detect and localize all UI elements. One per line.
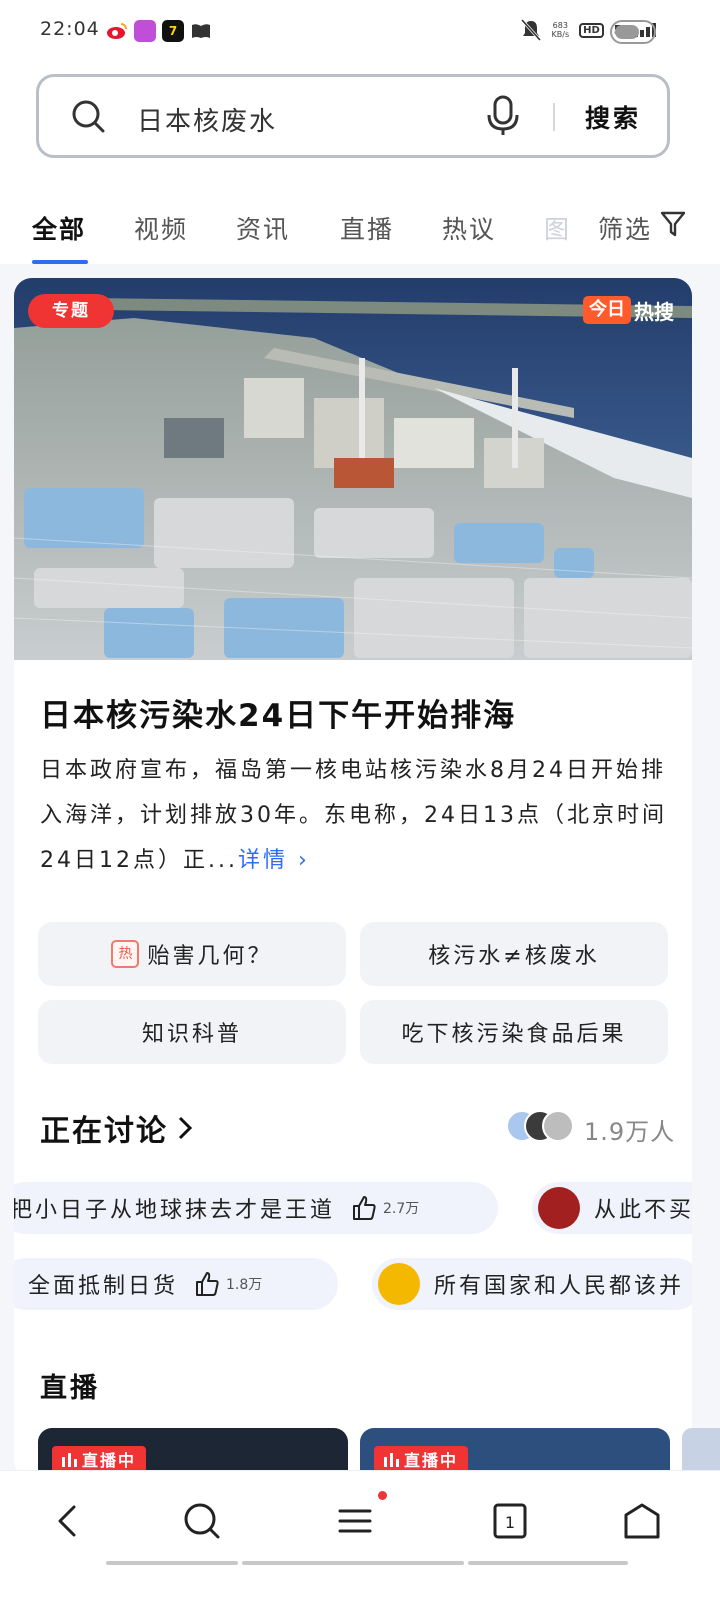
- live-bars-icon: [384, 1453, 399, 1467]
- hero-image[interactable]: 专题 今日 热搜: [14, 278, 692, 660]
- notification-dot: [378, 1491, 387, 1500]
- back-icon[interactable]: [48, 1499, 92, 1543]
- topic-badge: 专题: [28, 294, 114, 328]
- chip-knowledge[interactable]: 知识科普: [38, 1000, 346, 1064]
- comment-pill[interactable]: 所有国家和人民都该并: [372, 1258, 692, 1310]
- status-bar: 22:04 7 683 KB/s HD 5G: [0, 0, 720, 64]
- discussion-title[interactable]: 正在讨论: [40, 1106, 192, 1150]
- bottom-nav: 1: [0, 1470, 720, 1600]
- search-button[interactable]: 搜索: [585, 99, 641, 135]
- thumbs-up-icon: [353, 1196, 376, 1220]
- gesture-bar: [468, 1561, 628, 1565]
- search-input[interactable]: 日本核废水: [137, 101, 277, 138]
- live-card-peek[interactable]: [682, 1428, 720, 1470]
- live-section-title: 直播: [40, 1373, 100, 1404]
- search-divider: [553, 103, 555, 131]
- chevron-right-icon: [178, 1116, 192, 1140]
- today-hot-logo: 今日 热搜: [583, 296, 674, 324]
- comment-pill[interactable]: 从此不买: [532, 1182, 692, 1234]
- hot-tag-icon: 热: [111, 940, 140, 968]
- tabs-count-icon[interactable]: 1: [488, 1499, 532, 1543]
- tab-active-indicator: [32, 260, 88, 264]
- microphone-icon[interactable]: [485, 95, 521, 137]
- home-icon[interactable]: [620, 1499, 664, 1543]
- tab-news[interactable]: 资讯: [236, 210, 290, 246]
- nuclear-plant-photo: [14, 278, 692, 660]
- details-link[interactable]: 详情 ›: [238, 848, 310, 873]
- topic-card: 专题 今日 热搜 日本核污染水24日下午开始排海 日本政府宣布，福岛第一核电站核…: [14, 278, 692, 1478]
- avatar: [542, 1110, 574, 1142]
- app-icon-yellow: 7: [162, 20, 184, 42]
- svg-text:1: 1: [505, 1513, 515, 1532]
- live-bars-icon: [62, 1453, 77, 1467]
- menu-icon[interactable]: [334, 1499, 378, 1543]
- hd-badge: HD: [579, 22, 604, 38]
- chip-contaminated-food[interactable]: 吃下核污染食品后果: [360, 1000, 668, 1064]
- avatar: [538, 1187, 580, 1229]
- mute-bell-icon: [520, 18, 541, 42]
- status-time: 22:04: [40, 18, 100, 40]
- search-nav-icon[interactable]: [180, 1499, 224, 1543]
- filter-icon[interactable]: [660, 210, 686, 238]
- status-app-icons: 7: [106, 20, 212, 42]
- tab-all[interactable]: 全部: [32, 210, 86, 246]
- search-area: 日本核废水 搜索: [0, 64, 720, 182]
- weibo-icon: [106, 20, 128, 42]
- app-icon-pink: [134, 20, 156, 42]
- topic-headline[interactable]: 日本核污染水24日下午开始排海: [40, 690, 516, 735]
- like-count[interactable]: 2.7万: [351, 1195, 419, 1221]
- tab-live[interactable]: 直播: [340, 210, 394, 246]
- gesture-bar: [106, 1561, 238, 1565]
- chip-wastewater-diff[interactable]: 核污水≠核废水: [360, 922, 668, 986]
- comment-pill[interactable]: 全面抵制日货 1.8万: [14, 1258, 338, 1310]
- tab-image[interactable]: 图: [544, 210, 571, 246]
- search-icon: [72, 100, 105, 133]
- category-tabs: 全部 视频 资讯 直播 热议 图 筛选: [0, 182, 720, 264]
- tab-hot-discussion[interactable]: 热议: [442, 210, 496, 246]
- net-speed: 683 KB/s: [551, 21, 570, 39]
- discussion-count: 1.9万人: [584, 1118, 676, 1146]
- book-icon: [190, 20, 212, 42]
- search-box[interactable]: 日本核废水 搜索: [36, 74, 670, 158]
- like-count[interactable]: 1.8万: [194, 1271, 262, 1297]
- gesture-bar: [242, 1561, 464, 1565]
- participant-avatars: [506, 1110, 586, 1146]
- battery-icon: [610, 20, 656, 44]
- thumbs-up-icon: [196, 1272, 219, 1296]
- filter-label[interactable]: 筛选: [598, 210, 652, 246]
- avatar: [378, 1263, 420, 1305]
- tab-video[interactable]: 视频: [134, 210, 188, 246]
- comment-pill[interactable]: 把小日子从地球抹去才是王道 2.7万: [14, 1182, 498, 1234]
- topic-summary[interactable]: 日本政府宣布，福岛第一核电站核污染水8月24日开始排入海洋，计划排放30年。东电…: [40, 748, 670, 883]
- chip-harm[interactable]: 热 贻害几何？: [38, 922, 346, 986]
